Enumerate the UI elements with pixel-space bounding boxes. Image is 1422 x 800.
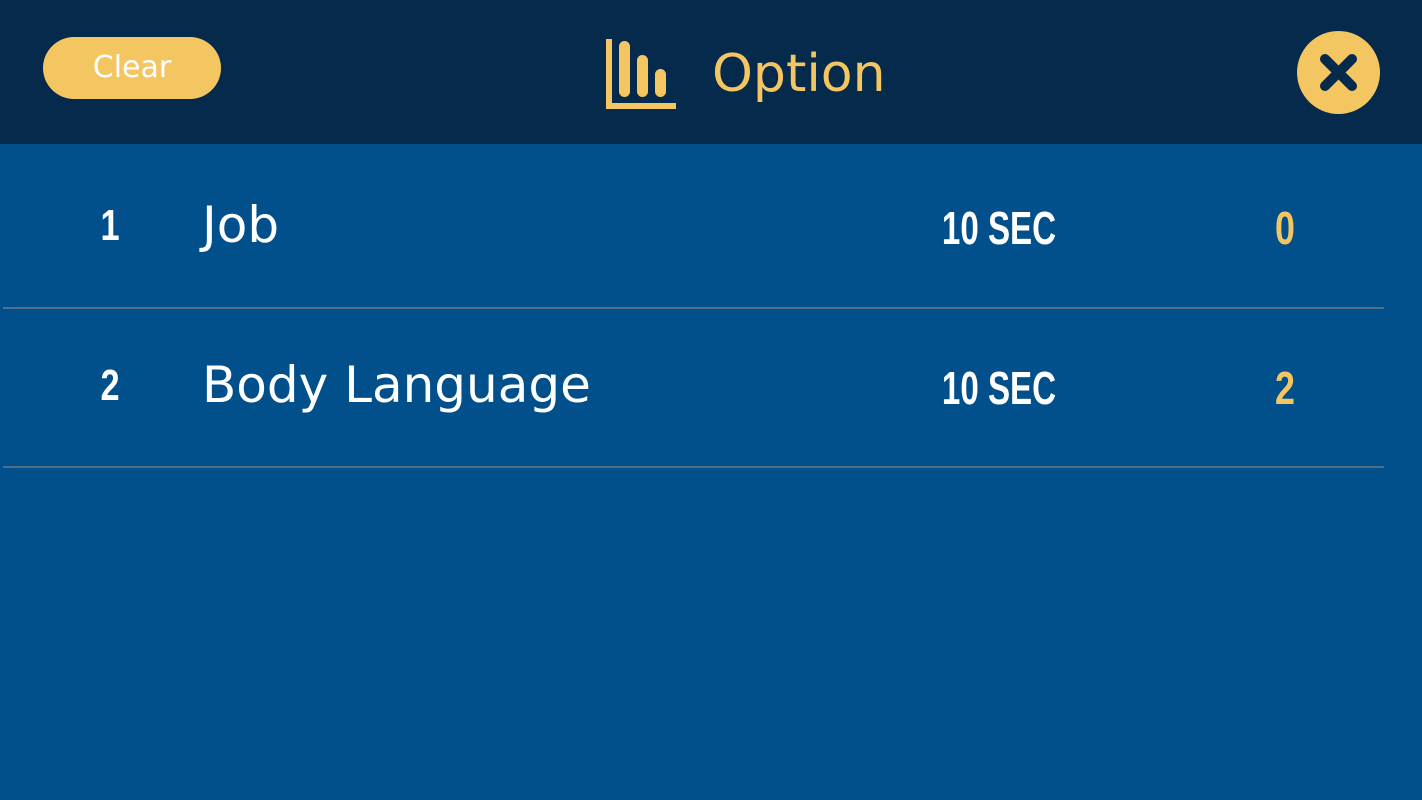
page-title: Option — [712, 44, 886, 104]
header-bar: Clear Option — [0, 0, 1422, 144]
clear-button[interactable]: Clear — [43, 37, 221, 99]
row-score: 2 — [1275, 362, 1295, 414]
row-time: 10 SEC — [941, 362, 1057, 414]
list-item[interactable]: 1 Job 10 SEC 0 — [0, 148, 1422, 308]
row-divider — [3, 466, 1384, 468]
bar-chart-icon — [606, 39, 676, 109]
list-item[interactable]: 2 Body Language 10 SEC 2 — [0, 308, 1422, 468]
row-score: 0 — [1275, 202, 1295, 254]
row-number: 2 — [100, 361, 120, 410]
close-icon — [1320, 54, 1357, 91]
row-number: 1 — [100, 201, 120, 250]
row-name: Job — [202, 196, 280, 254]
row-name: Body Language — [202, 356, 591, 414]
close-button[interactable] — [1297, 31, 1380, 114]
row-time: 10 SEC — [941, 202, 1057, 254]
page-title-group: Option — [604, 36, 886, 112]
